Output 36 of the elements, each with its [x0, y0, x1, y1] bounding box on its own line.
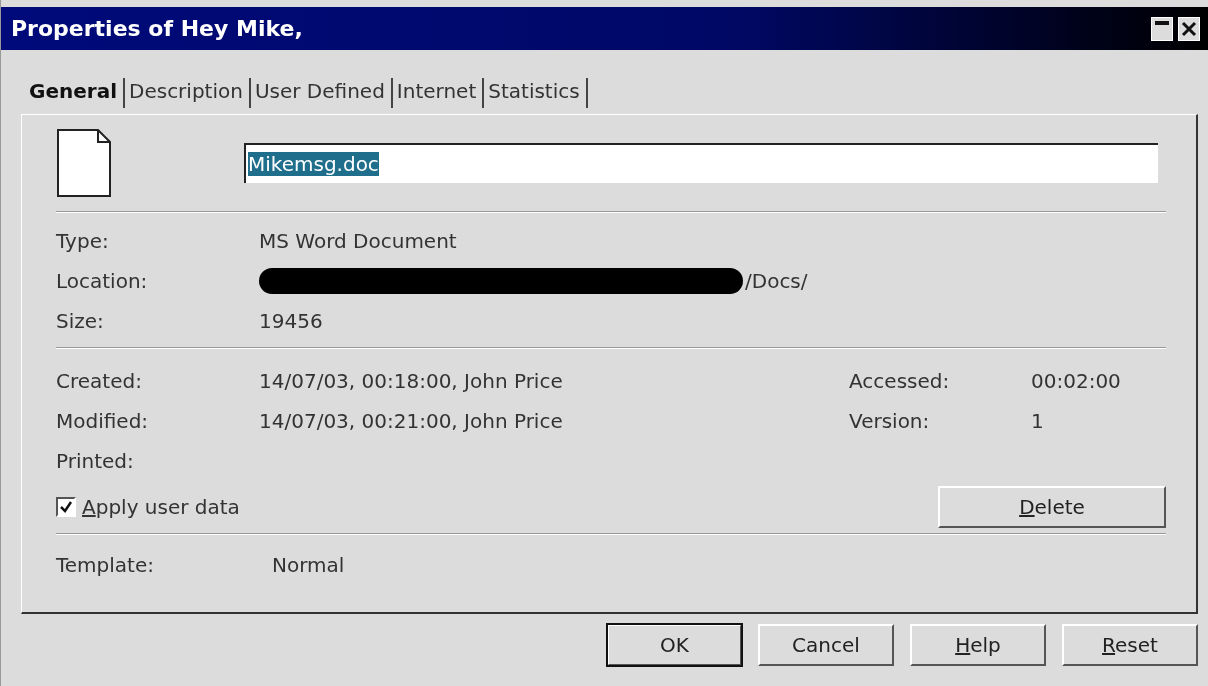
template-label: Template: — [56, 553, 155, 577]
file-name-field[interactable]: Mikemsg.doc — [244, 143, 1158, 183]
dialog-button[interactable]: Help — [910, 624, 1046, 666]
checkmark-icon — [59, 500, 73, 514]
window-title: Properties of Hey Mike, — [11, 16, 304, 41]
field-value: /Docs/ — [745, 269, 808, 293]
field-label: Type: — [56, 229, 110, 253]
tab[interactable]: User Defined — [250, 78, 393, 108]
field-value: 14/07/03, 00:18:00, John Price — [259, 369, 564, 393]
field-label: Size: — [56, 309, 105, 333]
field-label: Modified: — [56, 409, 150, 433]
tab[interactable]: Statistics — [484, 78, 588, 108]
dialog-button[interactable]: Cancel — [758, 624, 894, 666]
field-label: Location: — [56, 269, 149, 293]
field-value: 00:02:00 — [1031, 369, 1122, 393]
minimize-icon — [1155, 20, 1169, 25]
delete-button[interactable]: Delete — [938, 486, 1166, 528]
field-label: Created: — [56, 369, 143, 393]
field-label: Accessed: — [849, 369, 951, 393]
field-label: Version: — [849, 409, 931, 433]
tab[interactable]: General — [25, 78, 125, 108]
close-button[interactable] — [1178, 16, 1200, 41]
minimize-button[interactable] — [1151, 16, 1173, 41]
field-label: Printed: — [56, 449, 135, 473]
template-value: Normal — [272, 553, 346, 577]
document-icon — [56, 128, 112, 198]
field-value: MS Word Document — [259, 229, 457, 253]
field-value: 14/07/03, 00:21:00, John Price — [259, 409, 564, 433]
selected-text: Mikemsg.doc — [248, 152, 379, 176]
dialog-button[interactable]: OK — [607, 624, 742, 666]
tab[interactable]: Internet — [392, 78, 485, 108]
tab[interactable]: Description — [125, 78, 251, 108]
dialog-button[interactable]: Reset — [1062, 624, 1198, 666]
field-value: 1 — [1031, 409, 1045, 433]
close-icon — [1181, 20, 1197, 37]
field-value: 19456 — [259, 309, 323, 333]
